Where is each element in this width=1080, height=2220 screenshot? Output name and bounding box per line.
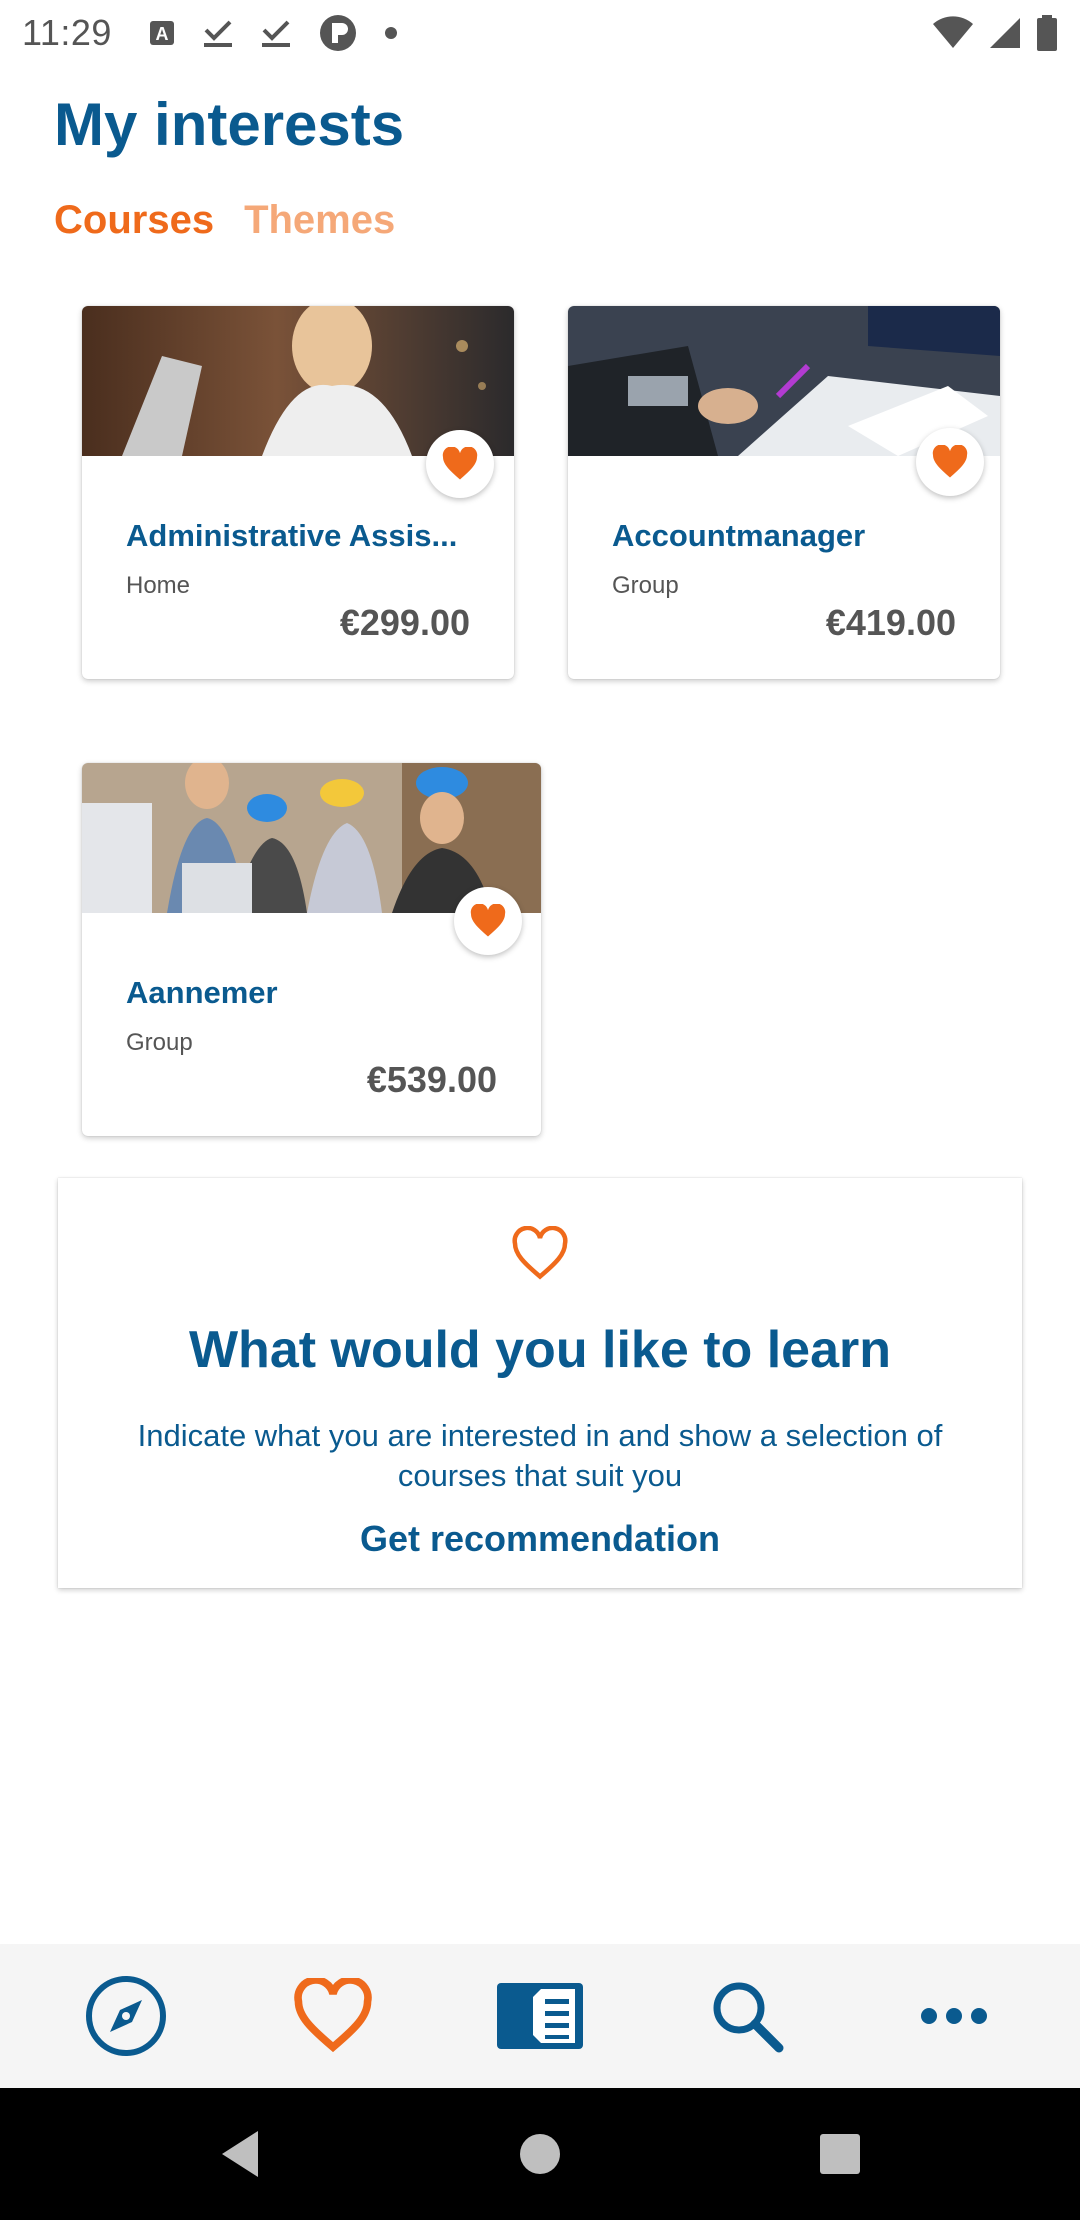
status-bar: 11:29 A [0, 0, 1080, 66]
nav-discover[interactable] [66, 1956, 186, 2076]
favorite-button[interactable] [454, 887, 522, 955]
search-icon [713, 1982, 784, 2053]
course-title: Aannemer [126, 975, 278, 1010]
wifi-icon [932, 16, 974, 50]
heart-filled-icon [442, 447, 478, 480]
recommendation-description: Indicate what you are interested in and … [137, 1418, 943, 1493]
notification-icons: A [148, 13, 398, 53]
page-title: My interests [54, 91, 405, 158]
heart-filled-icon [932, 445, 968, 478]
course-type: Group [126, 1029, 193, 1056]
nav-interests[interactable] [273, 1956, 393, 2076]
get-recommendation-link[interactable]: Get recommendation [58, 1518, 1022, 1560]
nav-catalog[interactable] [480, 1956, 600, 2076]
course-card[interactable]: Administrative Assis... Home €299.00 [82, 306, 514, 679]
course-title: Accountmanager [612, 518, 866, 553]
favorite-button[interactable] [426, 430, 494, 498]
home-button[interactable] [500, 2114, 580, 2194]
download-done-icon [260, 18, 292, 48]
back-icon [222, 2131, 258, 2177]
heart-outline-icon [510, 1225, 570, 1282]
course-price: €419.00 [825, 602, 956, 643]
favorite-button[interactable] [916, 428, 984, 496]
tab-courses[interactable]: Courses [54, 198, 214, 243]
dot-icon [384, 26, 398, 40]
battery-icon [1036, 15, 1058, 51]
course-price: €539.00 [366, 1059, 497, 1100]
text-a-icon: A [148, 19, 176, 47]
recommendation-panel: What would you like to learn Indicate wh… [58, 1178, 1022, 1588]
heart-icon [294, 1978, 372, 2053]
heart-filled-icon [470, 904, 506, 937]
recents-button[interactable] [800, 2114, 880, 2194]
course-card[interactable]: Accountmanager Group €419.00 [568, 306, 1000, 679]
catalog-icon [496, 1983, 583, 2049]
compass-icon [85, 1976, 166, 2056]
tab-bar: Courses Themes [54, 198, 395, 243]
back-button[interactable] [200, 2114, 280, 2194]
tab-themes[interactable]: Themes [244, 198, 395, 243]
circle-p-icon [318, 13, 358, 53]
home-icon [520, 2134, 560, 2174]
recommendation-title: What would you like to learn [188, 1321, 892, 1379]
course-card[interactable]: Aannemer Group €539.00 [82, 763, 541, 1136]
course-type: Group [612, 572, 679, 599]
more-icon [921, 2008, 988, 2024]
svg-text:A: A [155, 24, 168, 44]
nav-more[interactable] [894, 1956, 1014, 2076]
download-done-icon [202, 18, 234, 48]
status-time: 11:29 [22, 12, 112, 53]
nav-search[interactable] [687, 1956, 807, 2076]
system-navigation-bar [0, 2088, 1080, 2220]
signal-icon [988, 16, 1022, 50]
bottom-navigation [0, 1944, 1080, 2088]
course-price: €299.00 [339, 602, 470, 643]
system-status-icons [932, 15, 1058, 51]
course-title: Administrative Assis... [126, 518, 458, 553]
course-type: Home [126, 572, 191, 599]
recents-icon [820, 2134, 860, 2174]
